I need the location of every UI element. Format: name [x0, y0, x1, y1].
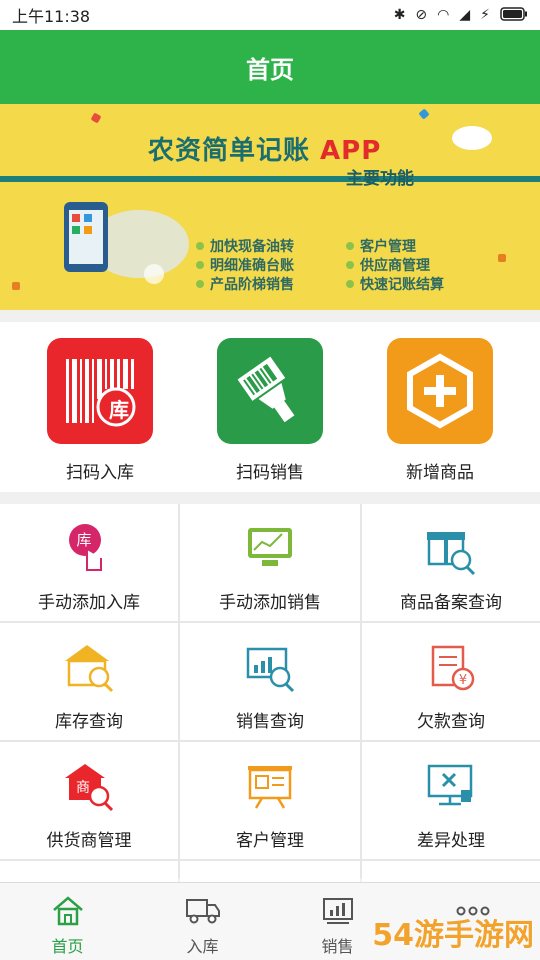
sales-chart-icon — [320, 895, 356, 927]
status-bar: 上午11:38 ✱ ⊘ ◠ ◢ ⚡ — [0, 0, 540, 30]
confetti-piece — [452, 126, 492, 150]
badge-text: 库 — [109, 398, 129, 422]
confetti-piece — [498, 254, 506, 262]
product-record-search-button[interactable]: 商品备案查询 — [362, 504, 540, 621]
customer-manage-button[interactable]: 客户管理 — [180, 742, 360, 859]
battery-icon — [500, 6, 528, 24]
svg-text:¥: ¥ — [459, 673, 467, 688]
grid-label: 商品备案查询 — [400, 593, 502, 613]
quick-label: 扫码销售 — [236, 463, 304, 483]
banner-feature: 加快现备油转 — [196, 237, 346, 255]
debt-search-icon: ¥ — [421, 639, 481, 695]
banner-title-app: APP — [320, 136, 382, 166]
confetti-piece — [418, 108, 430, 120]
difference-handling-button[interactable]: 差异处理 — [362, 742, 540, 859]
watermark: 54游手游网 — [372, 918, 534, 953]
function-grid: 库 手动添加入库 手动添加销售 商品备案查询 库存查询 销售查询 ¥ 欠款查询 … — [0, 504, 540, 960]
device-illustration — [44, 194, 194, 294]
banner-stripe — [0, 176, 540, 182]
difference-handling-icon — [421, 758, 481, 814]
banner-subtitle: 主要功能 — [346, 169, 414, 189]
customer-manage-icon — [240, 758, 300, 814]
app-screen: 上午11:38 ✱ ⊘ ◠ ◢ ⚡ 首页 农资简单记账 APP 主要功能 加快现… — [0, 0, 540, 960]
add-product-button[interactable]: 新增商品 — [380, 338, 500, 483]
truck-icon — [185, 895, 221, 927]
banner-features: 加快现备油转 客户管理 明细准确台账 供应商管理 产品阶梯销售 快速记账结算 — [196, 237, 496, 293]
quick-label: 新增商品 — [406, 463, 474, 483]
confetti-piece — [12, 282, 20, 290]
banner-feature: 客户管理 — [346, 237, 496, 255]
wifi-icon: ◠ — [437, 7, 450, 23]
signal-icon: ◢ — [459, 7, 471, 23]
manual-sale-icon — [240, 520, 300, 576]
debt-search-button[interactable]: ¥ 欠款查询 — [362, 623, 540, 740]
banner-feature: 明细准确台账 — [196, 256, 346, 274]
confetti-piece — [90, 112, 102, 124]
scan-stock-in-button[interactable]: 库 扫码入库 — [40, 338, 160, 483]
banner-feature: 产品阶梯销售 — [196, 275, 346, 293]
supplier-manage-icon: 商 — [59, 758, 119, 814]
page-title: 首页 — [246, 55, 294, 84]
quick-actions: 库 扫码入库 扫码销售 新增商品 — [0, 322, 540, 492]
sales-search-icon — [240, 639, 300, 695]
banner-feature: 供应商管理 — [346, 256, 496, 274]
mute-icon: ⊘ — [415, 7, 428, 23]
status-icons: ✱ ⊘ ◠ ◢ ⚡ — [393, 6, 528, 24]
grid-label: 供货商管理 — [46, 831, 132, 851]
app-header: 首页 — [0, 30, 540, 104]
nav-label: 首页 — [51, 937, 84, 956]
grid-label: 差异处理 — [417, 831, 485, 851]
nav-home[interactable]: 首页 — [0, 883, 135, 960]
home-icon — [50, 895, 86, 927]
inventory-search-button[interactable]: 库存查询 — [0, 623, 178, 740]
manual-stock-in-button[interactable]: 库 手动添加入库 — [0, 504, 178, 621]
scan-sale-button[interactable]: 扫码销售 — [210, 338, 330, 483]
quick-label: 扫码入库 — [66, 463, 134, 483]
grid-label: 销售查询 — [236, 712, 304, 732]
charging-icon: ⚡ — [480, 7, 490, 23]
grid-label: 手动添加入库 — [38, 593, 140, 613]
status-time: 上午11:38 — [12, 7, 91, 26]
grid-label: 欠款查询 — [417, 712, 485, 732]
nav-label: 销售 — [321, 937, 354, 956]
product-record-search-icon — [421, 520, 481, 576]
nav-label: 入库 — [186, 937, 219, 956]
banner-title: 农资简单记账 APP — [148, 136, 382, 166]
sales-search-button[interactable]: 销售查询 — [180, 623, 360, 740]
promo-banner[interactable]: 农资简单记账 APP 主要功能 加快现备油转 客户管理 明细准确台账 供应商管理 … — [0, 104, 540, 310]
grid-label: 客户管理 — [236, 831, 304, 851]
supplier-manage-button[interactable]: 商 供货商管理 — [0, 742, 178, 859]
banner-feature: 快速记账结算 — [346, 275, 496, 293]
grid-label: 手动添加销售 — [219, 593, 321, 613]
inventory-search-icon — [59, 639, 119, 695]
add-product-icon — [387, 338, 493, 444]
manual-stock-in-icon: 库 — [59, 520, 119, 576]
nav-stock-in[interactable]: 入库 — [135, 883, 270, 960]
grid-label: 库存查询 — [55, 712, 123, 732]
barcode-scanner-icon — [217, 338, 323, 444]
manual-sale-button[interactable]: 手动添加销售 — [180, 504, 360, 621]
bluetooth-icon: ✱ — [393, 7, 406, 23]
barcode-stock-in-icon: 库 — [47, 338, 153, 444]
